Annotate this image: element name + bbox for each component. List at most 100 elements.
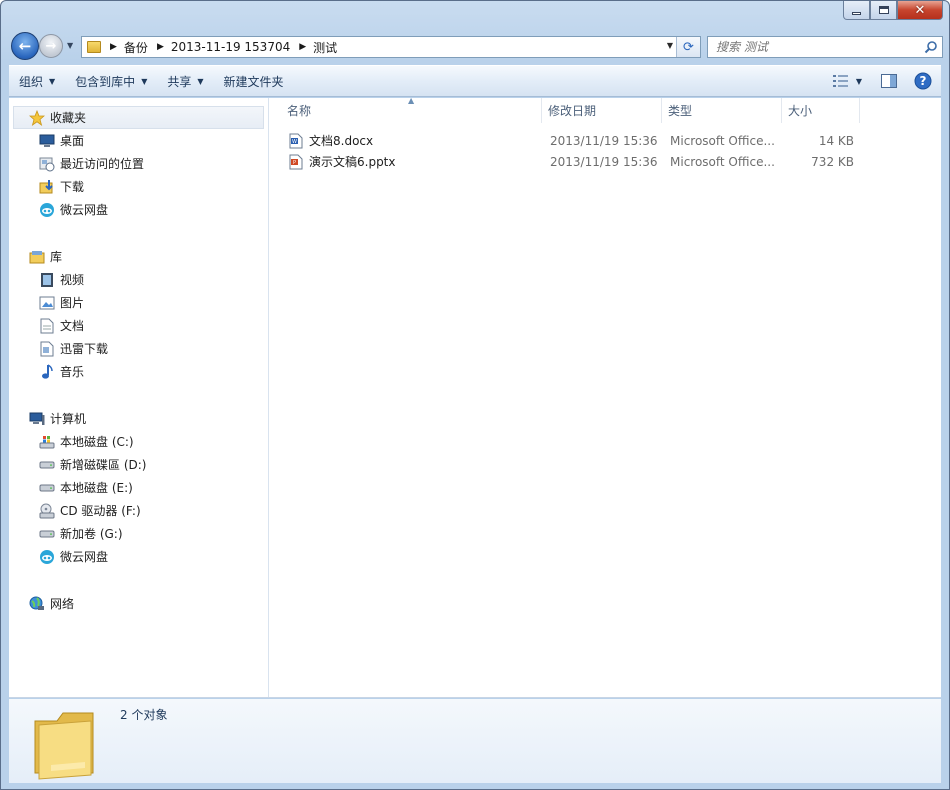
pictures-icon [39, 295, 55, 311]
sidebar-header-network[interactable]: 网络 [9, 592, 268, 615]
weiyun-icon [39, 549, 55, 565]
sidebar-item-pictures[interactable]: 图片 [9, 291, 268, 314]
help-button[interactable]: ? [913, 71, 933, 91]
include-in-library-label: 包含到库中 [75, 74, 136, 89]
sidebar-header-favorites[interactable]: 收藏夹 [13, 106, 264, 129]
library-icon [29, 249, 45, 265]
forward-button[interactable]: → [39, 34, 63, 58]
chevron-right-icon[interactable]: ▶ [110, 42, 117, 52]
svg-text:W: W [292, 139, 297, 145]
view-controls: ▼ ? [829, 71, 933, 91]
sidebar-item-drive-c[interactable]: 本地磁盘 (C:) [9, 430, 268, 453]
address-history-dropdown[interactable]: ▼ [667, 41, 673, 50]
close-icon: ✕ [914, 2, 926, 18]
sidebar-item-thunder-download[interactable]: 迅雷下载 [9, 337, 268, 360]
file-type: Microsoft Office... [670, 154, 775, 169]
sidebar-item-video[interactable]: 视频 [9, 268, 268, 291]
sidebar-item-downloads[interactable]: 下载 [9, 175, 268, 198]
thunder-download-icon [39, 341, 55, 357]
column-header-label: 大小 [788, 104, 813, 118]
file-row[interactable]: P 演示文稿6.pptx 2013/11/19 15:36 Microsoft … [270, 151, 941, 172]
file-type: Microsoft Office... [670, 133, 775, 148]
sidebar-header-libraries[interactable]: 库 [9, 245, 268, 268]
drive-icon [39, 457, 55, 473]
sidebar-item-music[interactable]: 音乐 [9, 360, 268, 383]
sidebar-item-weiyun-drive[interactable]: 微云网盘 [9, 545, 268, 568]
svg-text:P: P [293, 160, 296, 166]
sidebar-item-label: 微云网盘 [60, 550, 109, 564]
sidebar-item-label: 音乐 [60, 365, 85, 379]
address-bar[interactable]: ▶ 备份 ▶ 2013-11-19 153704 ▶ 测试 ▼ ⟳ [81, 36, 701, 58]
search-input[interactable] [716, 40, 926, 54]
back-button[interactable]: ← [11, 32, 39, 60]
cd-drive-icon [39, 503, 55, 519]
system-drive-icon [39, 434, 55, 450]
share-label: 共享 [167, 74, 192, 89]
sidebar-item-label: 本地磁盘 (E:) [60, 481, 133, 495]
sidebar-item-weiyun[interactable]: 微云网盘 [9, 198, 268, 221]
include-in-library-button[interactable]: 包含到库中 ▼ [65, 69, 157, 93]
column-header-name[interactable]: 名称 [270, 98, 542, 123]
maximize-button[interactable] [870, 1, 897, 20]
preview-pane-button[interactable] [879, 71, 899, 91]
share-button[interactable]: 共享 ▼ [157, 69, 213, 93]
file-list: W 文档8.docx 2013/11/19 15:36 Microsoft Of… [270, 130, 941, 172]
chevron-right-icon[interactable]: ▶ [299, 42, 306, 52]
sidebar-item-drive-e[interactable]: 本地磁盘 (E:) [9, 476, 268, 499]
column-header-date[interactable]: 修改日期 [542, 98, 662, 123]
folder-icon [34, 712, 94, 780]
chevron-down-icon: ▼ [49, 76, 56, 86]
sidebar-item-recent-places[interactable]: 最近访问的位置 [9, 152, 268, 175]
sidebar-item-drive-d[interactable]: 新增磁碟區 (D:) [9, 453, 268, 476]
star-icon [29, 109, 45, 126]
file-date: 2013/11/19 15:36 [550, 154, 658, 169]
sidebar-item-label: 新增磁碟區 (D:) [60, 458, 147, 472]
minimize-button[interactable] [843, 1, 870, 20]
favorites-group: 收藏夹 桌面 最近访问的位置 下载 微云网盘 [9, 106, 268, 221]
sidebar-item-label: 下载 [60, 180, 85, 194]
back-arrow-icon: ← [18, 37, 32, 55]
column-header-type[interactable]: 类型 [662, 98, 782, 123]
recent-pages-dropdown[interactable]: ▼ [67, 41, 73, 50]
network-group: 网络 [9, 592, 268, 615]
sidebar-item-drive-f[interactable]: CD 驱动器 (F:) [9, 499, 268, 522]
sidebar-item-drive-g[interactable]: 新加卷 (G:) [9, 522, 268, 545]
search-icon[interactable] [924, 40, 938, 54]
refresh-icon: ⟳ [683, 39, 694, 55]
file-row[interactable]: W 文档8.docx 2013/11/19 15:36 Microsoft Of… [270, 130, 941, 151]
column-headers: ▲ 名称 修改日期 类型 大小 [270, 96, 941, 124]
close-button[interactable]: ✕ [897, 1, 943, 20]
minimize-icon [852, 11, 861, 15]
sidebar-item-documents[interactable]: 文档 [9, 314, 268, 337]
sidebar-header-label: 计算机 [50, 412, 87, 426]
view-list-icon [832, 75, 848, 87]
breadcrumb-item[interactable]: 备份 [124, 39, 148, 56]
sidebar-item-desktop[interactable]: 桌面 [9, 129, 268, 152]
documents-icon [39, 318, 55, 334]
new-folder-button[interactable]: 新建文件夹 [214, 69, 294, 93]
sidebar-item-label: 桌面 [60, 134, 85, 148]
breadcrumb-item[interactable]: 测试 [313, 39, 337, 56]
content-area: 收藏夹 桌面 最近访问的位置 下载 微云网盘 库 视频 图片 文档 迅雷下载 音… [9, 96, 941, 698]
chevron-down-icon: ▼ [197, 76, 204, 86]
folder-icon [87, 41, 101, 53]
change-view-button[interactable]: ▼ [829, 71, 865, 91]
chevron-right-icon[interactable]: ▶ [157, 42, 164, 52]
svg-text:?: ? [920, 74, 927, 88]
refresh-button[interactable]: ⟳ [676, 37, 700, 57]
sidebar-item-label: 视频 [60, 273, 85, 287]
column-header-size[interactable]: 大小 [782, 98, 860, 123]
forward-arrow-icon: → [45, 38, 57, 54]
sidebar-item-label: 微云网盘 [60, 203, 109, 217]
command-bar: 组织 ▼ 包含到库中 ▼ 共享 ▼ 新建文件夹 ▼ ? [9, 65, 941, 97]
sidebar-header-label: 网络 [50, 597, 75, 611]
weiyun-icon [39, 202, 55, 218]
file-name: 演示文稿6.pptx [309, 155, 396, 169]
libraries-group: 库 视频 图片 文档 迅雷下载 音乐 [9, 245, 268, 383]
sidebar-header-computer[interactable]: 计算机 [9, 407, 268, 430]
file-size: 14 KB [818, 133, 854, 148]
organize-button[interactable]: 组织 ▼ [9, 69, 65, 93]
search-box [707, 36, 943, 58]
breadcrumb-item[interactable]: 2013-11-19 153704 [171, 40, 290, 54]
column-header-label: 名称 [287, 104, 312, 118]
